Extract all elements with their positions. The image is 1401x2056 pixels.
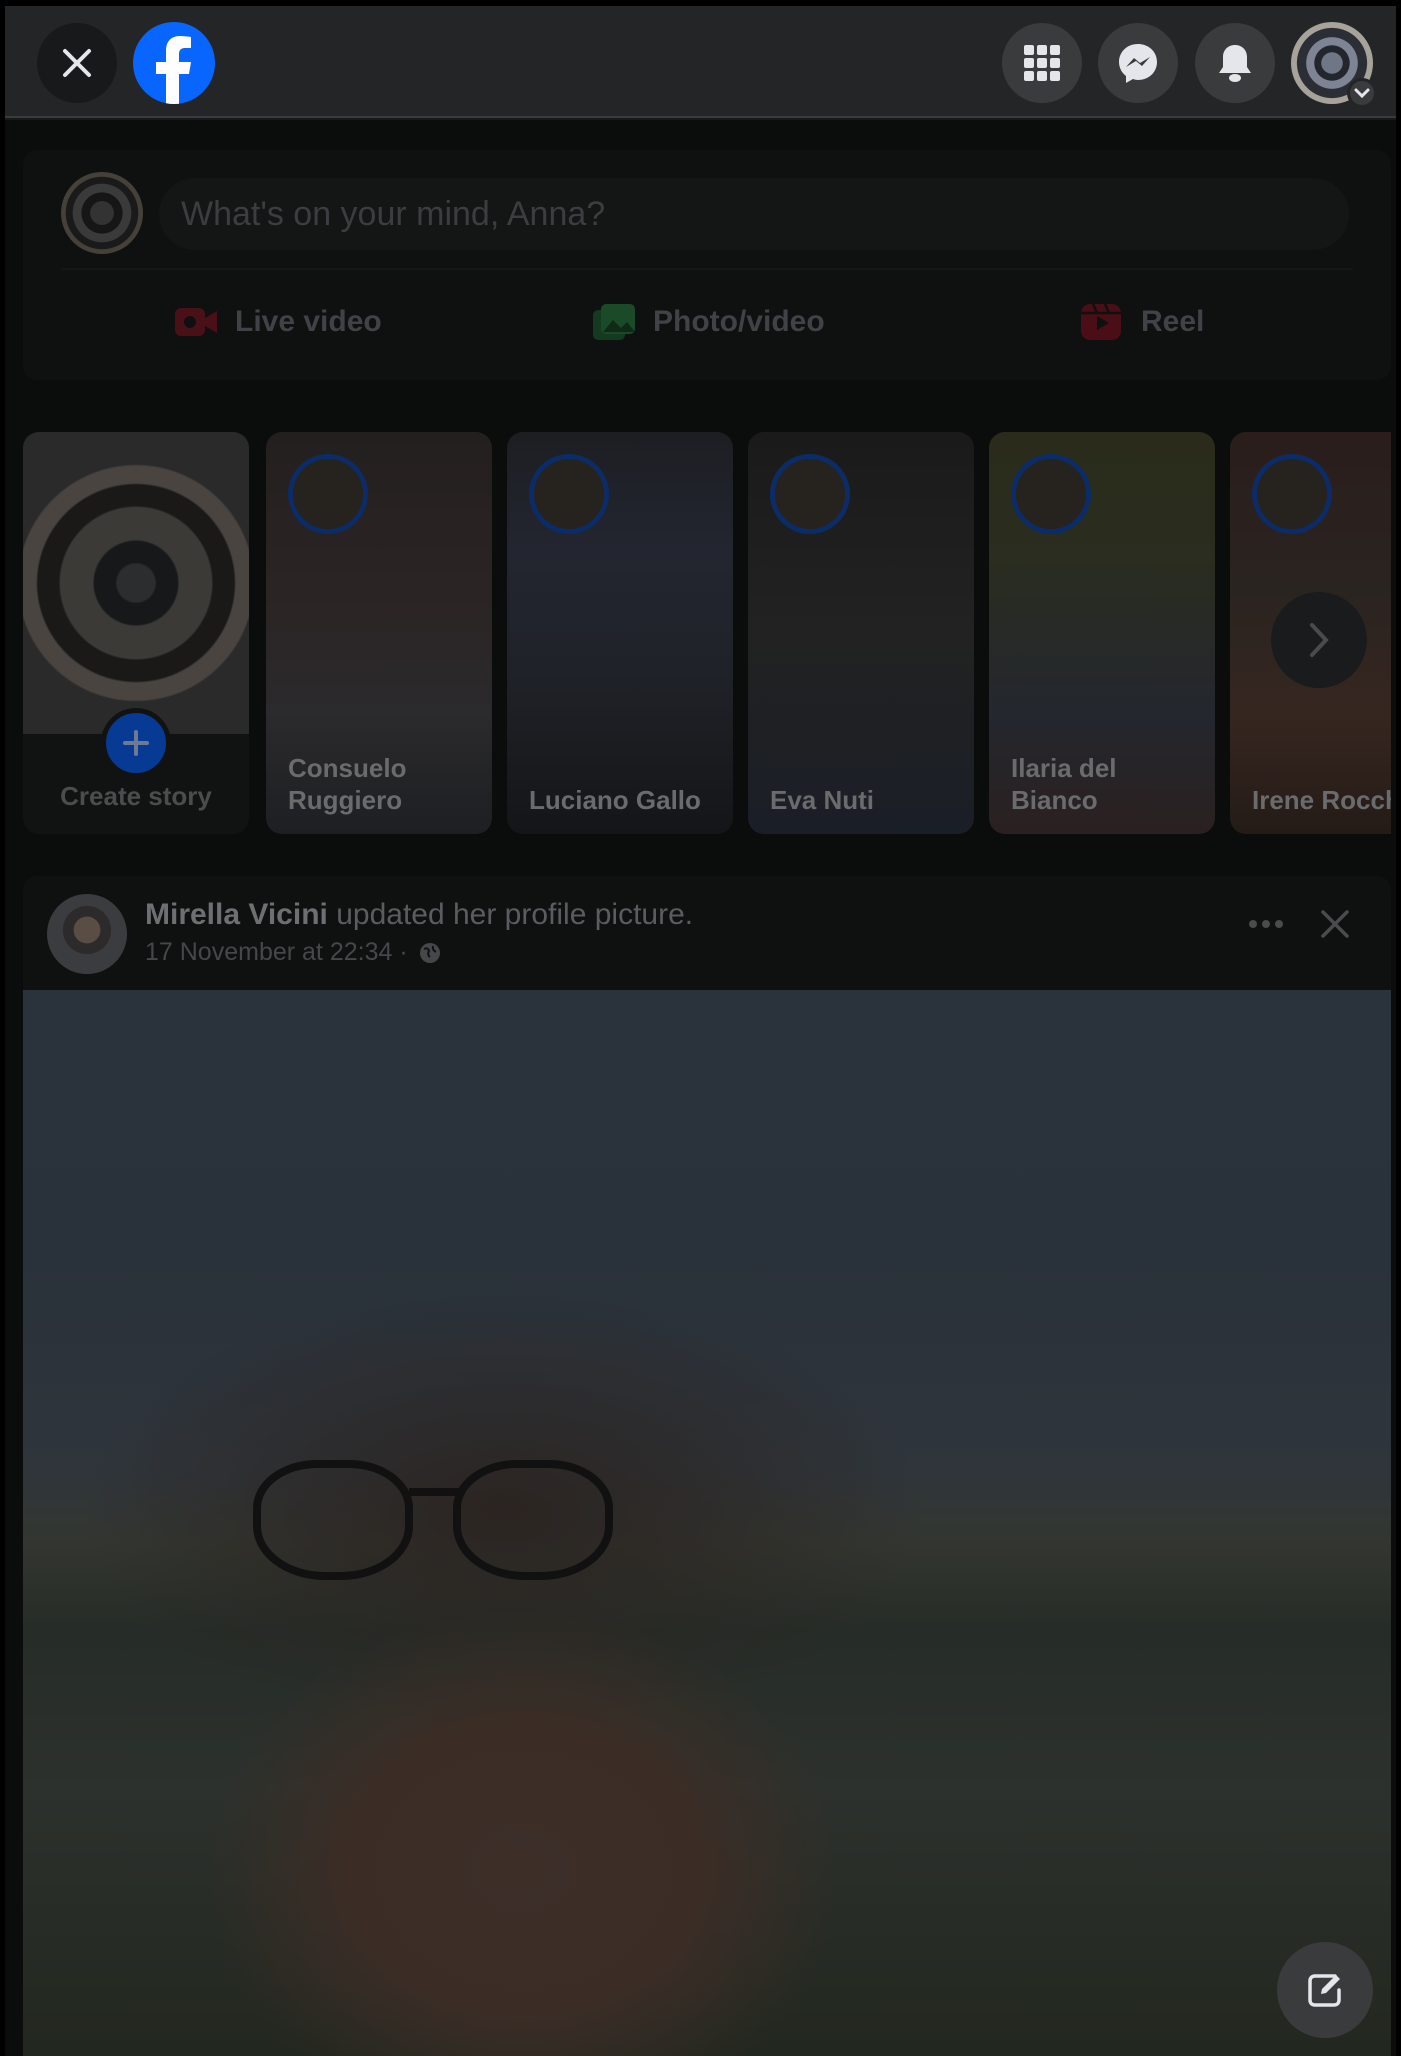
reel-label: Reel	[1141, 305, 1205, 338]
facebook-logo-icon[interactable]	[133, 22, 215, 104]
create-story-card[interactable]: Create story	[23, 432, 249, 834]
photo-icon	[593, 304, 635, 340]
close-icon	[63, 49, 91, 77]
story-card[interactable]: Ilaria del Bianco	[989, 432, 1215, 834]
messenger-icon	[1119, 44, 1157, 83]
photo-video-button[interactable]: Photo/video	[591, 302, 825, 342]
stories-next-button[interactable]	[1271, 592, 1367, 688]
app-frame: What's on your mind, Anna? Live video Ph…	[5, 6, 1396, 2056]
account-avatar-button[interactable]	[1291, 22, 1377, 108]
story-author-name: Consuelo Ruggiero	[288, 753, 407, 815]
story-author-name: Luciano Gallo	[529, 785, 701, 815]
post-options-button[interactable]	[1241, 904, 1291, 944]
messenger-button[interactable]	[1098, 23, 1178, 103]
story-author-name: Ilaria del Bianco	[1011, 753, 1117, 815]
photo-detail	[409, 1488, 459, 1496]
story-card[interactable]: Luciano Gallo	[507, 432, 733, 834]
chevron-right-icon	[1310, 623, 1329, 657]
live-video-label: Live video	[235, 305, 382, 338]
divider	[61, 268, 1353, 270]
close-icon	[1321, 910, 1349, 938]
compose-icon	[1308, 1974, 1341, 2007]
avatar	[1252, 454, 1332, 534]
avatar	[770, 454, 850, 534]
avatar	[61, 172, 143, 254]
composer-input[interactable]: What's on your mind, Anna?	[159, 178, 1349, 250]
create-story-image	[23, 432, 249, 734]
grid-menu-icon	[1024, 45, 1060, 81]
post-header: Mirella Vicini updated her profile pictu…	[145, 898, 693, 932]
reel-button[interactable]: Reel	[1079, 302, 1204, 342]
avatar	[288, 454, 368, 534]
avatar	[1011, 454, 1091, 534]
hide-post-button[interactable]	[1315, 904, 1355, 944]
story-author-name: Irene Rocch	[1252, 785, 1391, 815]
post-action-text: updated her profile picture.	[336, 898, 694, 931]
stories-tray: Create story Consuelo Ruggiero Luciano G…	[23, 432, 1391, 834]
photo-detail	[453, 1460, 613, 1580]
top-navigation-bar	[5, 6, 1396, 118]
story-card[interactable]: Eva Nuti	[748, 432, 974, 834]
post-timestamp-row: 17 November at 22:34 ·	[145, 938, 442, 967]
post-timestamp[interactable]: 17 November at 22:34 ·	[145, 938, 408, 967]
live-video-icon	[175, 308, 217, 336]
create-story-label: Create story	[60, 781, 212, 811]
chevron-down-icon	[1347, 78, 1377, 108]
plus-icon	[101, 708, 171, 778]
photo-detail	[253, 1460, 413, 1580]
avatar[interactable]	[47, 894, 127, 974]
post-composer: What's on your mind, Anna? Live video Ph…	[23, 150, 1391, 380]
story-card[interactable]: Consuelo Ruggiero	[266, 432, 492, 834]
notifications-button[interactable]	[1195, 23, 1275, 103]
live-video-button[interactable]: Live video	[173, 302, 382, 342]
feed-post: Mirella Vicini updated her profile pictu…	[23, 876, 1391, 2056]
more-options-icon	[1249, 920, 1283, 928]
news-feed: What's on your mind, Anna? Live video Ph…	[5, 120, 1396, 2056]
new-post-button[interactable]	[1277, 1942, 1373, 2038]
close-button[interactable]	[37, 23, 117, 103]
globe-icon	[419, 942, 440, 963]
story-author-name: Eva Nuti	[770, 785, 875, 815]
menu-button[interactable]	[1002, 23, 1082, 103]
photo-video-label: Photo/video	[653, 305, 825, 338]
reel-icon	[1081, 303, 1121, 340]
post-photo[interactable]	[23, 990, 1391, 2056]
avatar	[529, 454, 609, 534]
bell-icon	[1219, 45, 1251, 82]
post-author-name[interactable]: Mirella Vicini	[145, 898, 328, 931]
